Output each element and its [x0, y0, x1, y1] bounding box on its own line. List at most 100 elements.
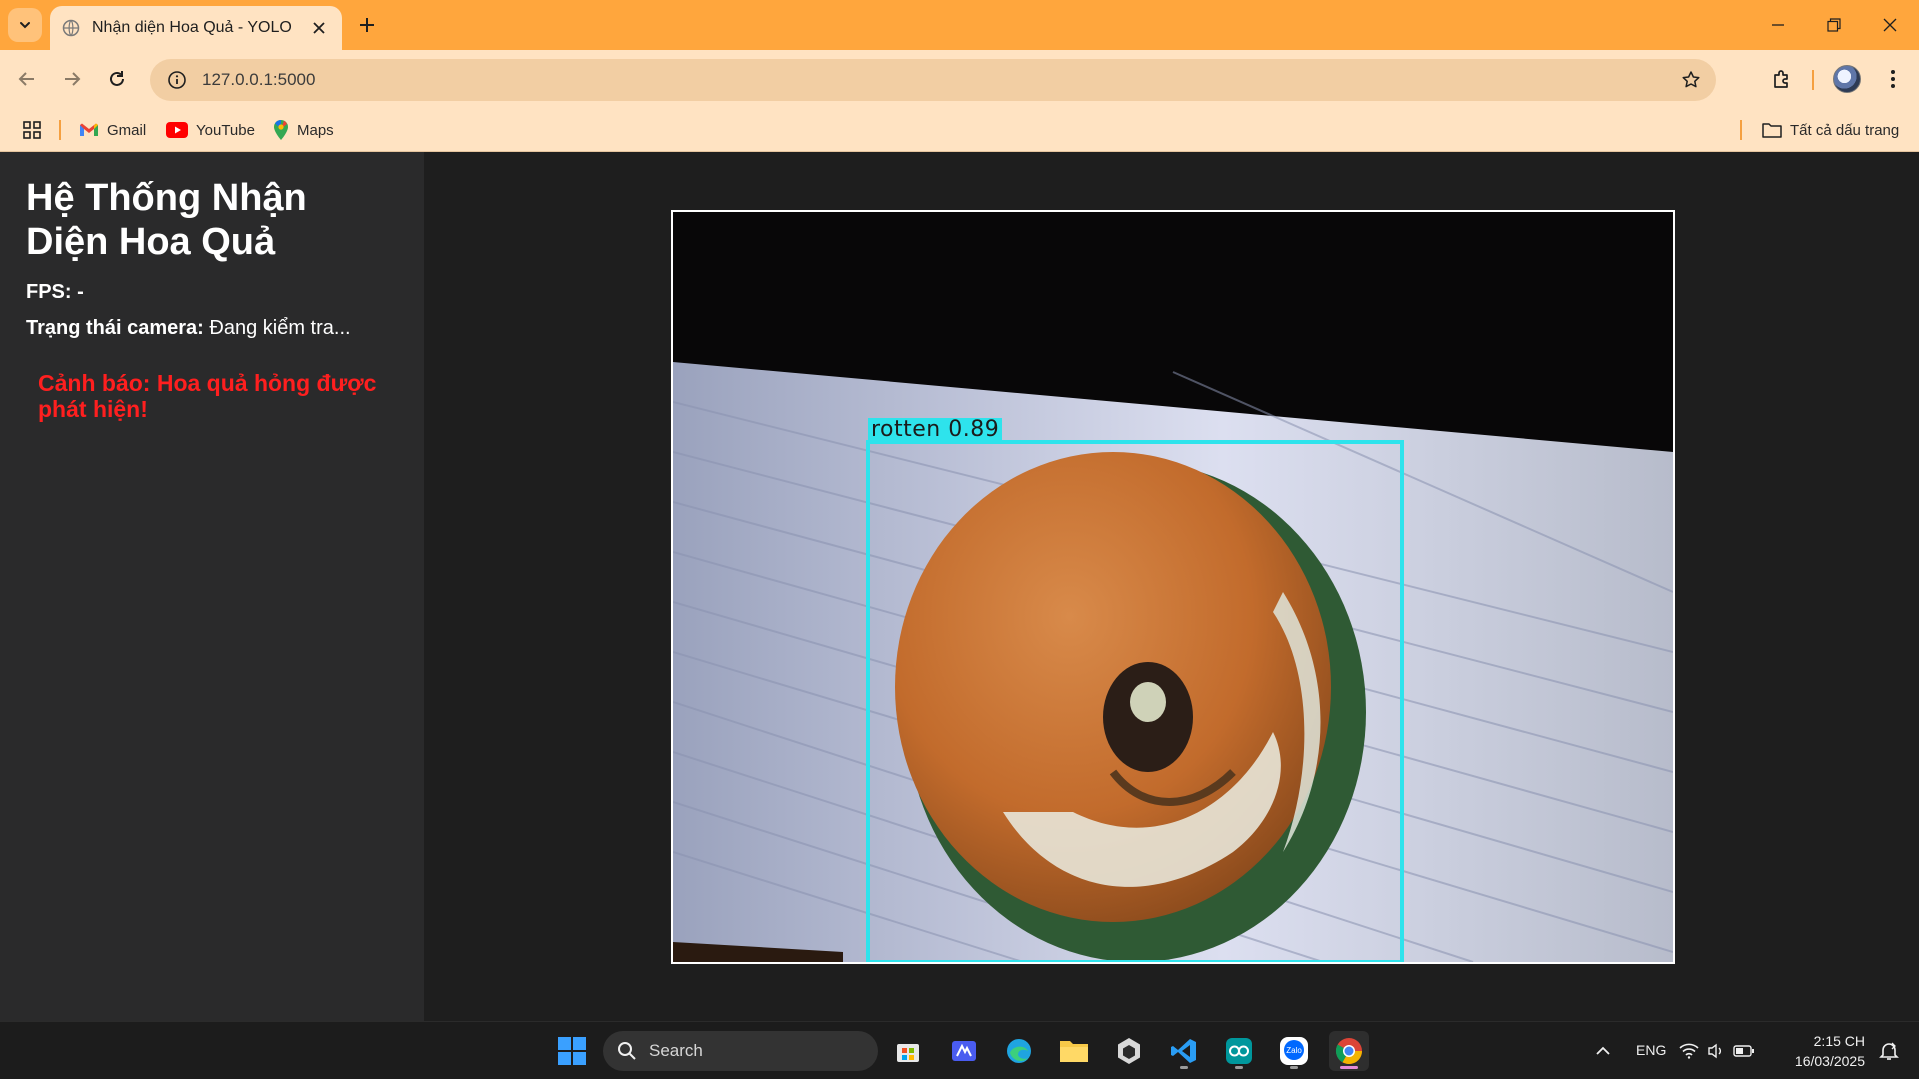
windows-taskbar: Search Zalo ENG 2:15 CH 16/03/2025	[0, 1021, 1919, 1079]
all-bookmarks-button[interactable]: Tất cả dấu trang	[1762, 108, 1899, 152]
clock-date: 16/03/2025	[1794, 1053, 1865, 1069]
running-indicator	[1340, 1066, 1358, 1069]
arrow-right-icon	[65, 72, 81, 86]
chevron-down-icon	[20, 22, 30, 29]
forward-button[interactable]	[54, 61, 90, 97]
restore-icon	[1827, 18, 1841, 32]
info-icon	[168, 71, 186, 89]
running-indicator	[1180, 1066, 1188, 1069]
edge-icon	[1007, 1039, 1031, 1063]
bookmark-label: YouTube	[196, 121, 255, 139]
minimize-icon	[1772, 24, 1784, 26]
bookmark-divider	[1740, 120, 1742, 140]
fps-value: -	[77, 281, 84, 303]
restore-button[interactable]	[1806, 0, 1862, 50]
clock-time: 2:15 CH	[1813, 1033, 1865, 1049]
taskbar-zalo[interactable]: Zalo	[1274, 1031, 1314, 1071]
close-icon	[1883, 18, 1897, 32]
taskbar-arduino[interactable]	[1219, 1031, 1259, 1071]
fps-label: FPS:	[26, 281, 72, 303]
camera-video-feed: rotten 0.89	[671, 210, 1675, 964]
search-icon	[618, 1042, 636, 1060]
camera-status-value: Đang kiểm tra...	[209, 317, 351, 339]
arduino-icon	[1226, 1038, 1252, 1064]
running-indicator	[1235, 1066, 1243, 1069]
bookmark-maps[interactable]: Maps	[273, 108, 334, 152]
whiteboard-icon	[952, 1041, 976, 1061]
tab-close-button[interactable]	[308, 17, 330, 39]
taskbar-search[interactable]: Search	[603, 1031, 878, 1071]
youtube-icon	[166, 122, 188, 138]
reload-button[interactable]	[99, 61, 135, 97]
avatar	[1833, 65, 1861, 93]
running-indicator	[1290, 1066, 1298, 1069]
bookmark-youtube[interactable]: YouTube	[166, 108, 255, 152]
bookmark-gmail[interactable]: Gmail	[79, 108, 146, 152]
system-clock[interactable]: 2:15 CH 16/03/2025	[1785, 1031, 1865, 1071]
bookmark-label: Gmail	[107, 121, 147, 139]
taskbar-search-label: Search	[649, 1041, 703, 1060]
page-title: Hệ Thống Nhận Diện Hoa Quả	[26, 177, 307, 263]
site-info-button[interactable]	[156, 59, 198, 101]
bookmarks-bar: Gmail YouTube Maps Tất cả dấu trang	[0, 108, 1919, 152]
sidebar-panel: Hệ Thống Nhận Diện Hoa Quả FPS: - Trạng …	[0, 152, 424, 1021]
close-icon	[313, 22, 325, 34]
arrow-left-icon	[18, 72, 34, 86]
store-icon	[897, 1044, 919, 1062]
all-bookmarks-label: Tất cả dấu trang	[1790, 121, 1900, 139]
back-button[interactable]	[9, 61, 45, 97]
battery-icon	[1733, 1045, 1754, 1057]
bookmark-label: Maps	[297, 121, 334, 139]
browser-titlebar: Nhận diện Hoa Quả - YOLO	[0, 0, 1919, 50]
camera-status-label: Trạng thái camera:	[26, 317, 204, 339]
tab-search-button[interactable]	[8, 8, 42, 42]
notifications-button[interactable]	[1869, 1031, 1909, 1071]
taskbar-file-explorer[interactable]	[1054, 1031, 1094, 1071]
new-tab-button[interactable]	[352, 10, 382, 40]
profile-button[interactable]	[1829, 61, 1865, 97]
extensions-button[interactable]	[1764, 61, 1800, 97]
folder-icon	[1060, 1041, 1088, 1062]
plus-icon	[360, 18, 374, 32]
toolbar-divider	[1812, 70, 1814, 90]
maps-icon	[274, 120, 288, 140]
tab-title: Nhận diện Hoa Quả - YOLO	[92, 19, 292, 36]
more-vertical-icon	[1891, 70, 1895, 88]
taskbar-microsoft-store[interactable]	[888, 1031, 928, 1071]
apps-button[interactable]	[22, 108, 42, 152]
gmail-icon	[80, 123, 98, 136]
chevron-up-icon	[1596, 1046, 1610, 1055]
globe-icon	[62, 19, 80, 37]
start-button[interactable]	[552, 1031, 592, 1071]
zalo-icon: Zalo	[1280, 1037, 1308, 1065]
camera-frame-image	[673, 212, 1673, 962]
puzzle-icon	[1774, 70, 1788, 88]
taskbar-edge[interactable]	[999, 1031, 1039, 1071]
taskbar-app-unity[interactable]	[1109, 1031, 1149, 1071]
browser-tab-active[interactable]: Nhận diện Hoa Quả - YOLO	[50, 6, 342, 50]
svg-text:Zalo: Zalo	[1286, 1046, 1302, 1055]
browser-menu-button[interactable]	[1875, 61, 1911, 97]
language-indicator[interactable]: ENG	[1636, 1042, 1666, 1058]
windows-logo-icon	[558, 1037, 586, 1065]
url-text: 127.0.0.1:5000	[202, 70, 316, 89]
fps-stat: FPS: -	[26, 280, 398, 304]
bookmark-star-button[interactable]	[1678, 67, 1704, 93]
reload-icon	[110, 71, 124, 86]
taskbar-app-whiteboard[interactable]	[944, 1031, 984, 1071]
wifi-icon	[1679, 1043, 1699, 1059]
close-window-button[interactable]	[1862, 0, 1918, 50]
minimize-button[interactable]	[1750, 0, 1806, 50]
rotten-fruit-warning: Cảnh báo: Hoa quả hỏng được phát hiện!	[38, 370, 377, 422]
address-bar[interactable]: 127.0.0.1:5000	[150, 59, 1716, 101]
taskbar-vscode[interactable]	[1164, 1031, 1204, 1071]
show-hidden-icons-button[interactable]	[1583, 1031, 1623, 1071]
browser-toolbar: 127.0.0.1:5000	[0, 50, 1919, 108]
taskbar-chrome[interactable]	[1329, 1031, 1369, 1071]
quick-settings-button[interactable]	[1677, 1031, 1757, 1071]
detection-label: rotten 0.89	[868, 418, 1003, 442]
camera-status: Trạng thái camera: Đang kiểm tra...	[26, 316, 398, 340]
apps-grid-icon	[23, 121, 41, 139]
bookmark-divider	[59, 120, 61, 140]
page-content: Hệ Thống Nhận Diện Hoa Quả FPS: - Trạng …	[0, 152, 1919, 1021]
